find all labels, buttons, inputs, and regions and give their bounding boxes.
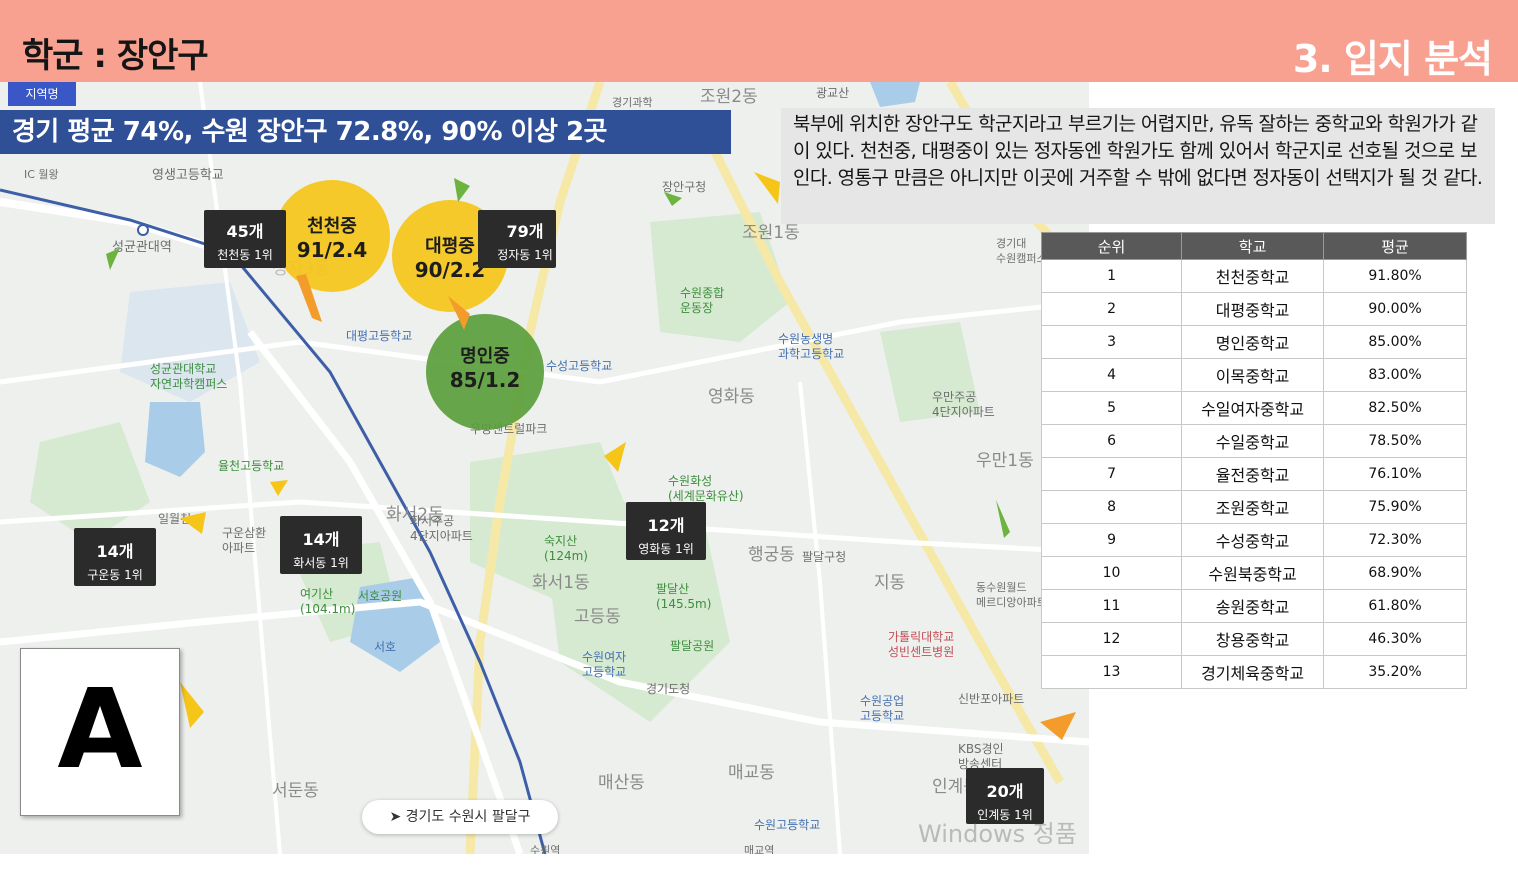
table-row: 3 명인중학교 85.00% — [1040, 325, 1467, 359]
marker-pin-icon — [180, 682, 204, 728]
table-cell-avg: 46.30% — [1323, 622, 1467, 656]
table-cell-school: 율전중학교 — [1181, 457, 1325, 491]
marker-pin-icon — [454, 178, 470, 202]
marker-pin-icon — [270, 480, 288, 496]
table-cell-school: 이목중학교 — [1181, 358, 1325, 392]
table-cell-num: 5 — [1040, 391, 1183, 425]
table-cell-num: 3 — [1040, 325, 1183, 359]
table-cell-avg: 85.00% — [1323, 325, 1467, 359]
table-row: 2 대평중학교 90.00% — [1040, 292, 1467, 326]
table-cell-avg: 78.50% — [1323, 424, 1467, 458]
a-label-sticker: A — [20, 648, 180, 816]
marker-pin-icon — [1040, 712, 1076, 740]
table-cell-school: 송원중학교 — [1181, 589, 1325, 623]
table-cell-num: 8 — [1040, 490, 1183, 524]
marker-pin-icon — [106, 248, 120, 270]
table-row: 10 수원북중학교 68.90% — [1040, 556, 1467, 590]
windows-watermark: Windows 정품 — [918, 820, 1077, 848]
marker-pin-icon — [448, 296, 470, 330]
table-cell-avg: 35.20% — [1323, 655, 1467, 689]
marker-pin-icon — [296, 274, 322, 322]
table-row: 12 창용중학교 46.30% — [1040, 622, 1467, 656]
header: 학군 : 장안구 3. 입지 분석 — [0, 0, 1518, 82]
table-cell-school: 천천중학교 — [1181, 259, 1325, 293]
location-bar[interactable]: ➤ 경기도 수원시 팔달구 — [362, 800, 558, 834]
table-row: 9 수성중학교 72.30% — [1040, 523, 1467, 557]
marker-pin-icon — [996, 500, 1010, 538]
table-row: 4 이목중학교 83.00% — [1040, 358, 1467, 392]
location-arrow-icon: ➤ — [389, 809, 402, 825]
marker-pin-icon — [604, 442, 626, 472]
table-cell-school: 명인중학교 — [1181, 325, 1325, 359]
header-average: 평균 — [1323, 232, 1467, 260]
table-cell-num: 1 — [1040, 259, 1183, 293]
table-row: 5 수일여자중학교 82.50% — [1040, 391, 1467, 425]
table-header-row: 순위 학교 평균 — [1040, 232, 1467, 260]
table-row: 6 수일중학교 78.50% — [1040, 424, 1467, 458]
table-cell-avg: 76.10% — [1323, 457, 1467, 491]
table-cell-avg: 91.80% — [1323, 259, 1467, 293]
location-text: 경기도 수원시 팔달구 — [405, 809, 531, 825]
ranking-table: 순위 학교 평균 1 천천중학교 91.80% 2 대평중학교 90.00% 3 명인중학교 8… — [1040, 232, 1467, 689]
table-cell-school: 창용중학교 — [1181, 622, 1325, 656]
marker-pin-icon — [754, 172, 780, 204]
table-cell-school: 수성중학교 — [1181, 523, 1325, 557]
table-cell-num: 2 — [1040, 292, 1183, 326]
table-cell-school: 수원북중학교 — [1181, 556, 1325, 590]
table-cell-num: 9 — [1040, 523, 1183, 557]
marker-pin-icon — [180, 512, 206, 534]
section-title: 3. 입지 분석 — [1292, 37, 1493, 81]
description-text: 북부에 위치한 장안구도 학군지라고 부르기는 어렵지만, 유독 잘하는 중학교… — [781, 108, 1495, 224]
table-cell-avg: 90.00% — [1323, 292, 1467, 326]
table-cell-school: 수일중학교 — [1181, 424, 1325, 458]
table-row: 8 조원중학교 75.90% — [1040, 490, 1467, 524]
table-cell-school: 대평중학교 — [1181, 292, 1325, 326]
table-cell-avg: 72.30% — [1323, 523, 1467, 557]
table-cell-school: 경기체육중학교 — [1181, 655, 1325, 689]
table-cell-avg: 75.90% — [1323, 490, 1467, 524]
table-row: 7 율전중학교 76.10% — [1040, 457, 1467, 491]
table-cell-num: 13 — [1040, 655, 1183, 689]
page-title: 학군 : 장안구 — [22, 36, 209, 76]
table-cell-num: 4 — [1040, 358, 1183, 392]
table-cell-num: 10 — [1040, 556, 1183, 590]
table-cell-school: 수일여자중학교 — [1181, 391, 1325, 425]
header-rank: 순위 — [1040, 232, 1183, 260]
table-cell-avg: 68.90% — [1323, 556, 1467, 590]
table-cell-num: 6 — [1040, 424, 1183, 458]
table-row: 1 천천중학교 91.80% — [1040, 259, 1467, 293]
header-school: 학교 — [1181, 232, 1325, 260]
table-cell-num: 7 — [1040, 457, 1183, 491]
table-cell-num: 11 — [1040, 589, 1183, 623]
marker-pin-icon — [664, 192, 682, 206]
table-cell-avg: 83.00% — [1323, 358, 1467, 392]
table-cell-school: 조원중학교 — [1181, 490, 1325, 524]
table-cell-avg: 82.50% — [1323, 391, 1467, 425]
table-cell-num: 12 — [1040, 622, 1183, 656]
table-row: 11 송원중학교 61.80% — [1040, 589, 1467, 623]
table-cell-avg: 61.80% — [1323, 589, 1467, 623]
table-row: 13 경기체육중학교 35.20% — [1040, 655, 1467, 689]
